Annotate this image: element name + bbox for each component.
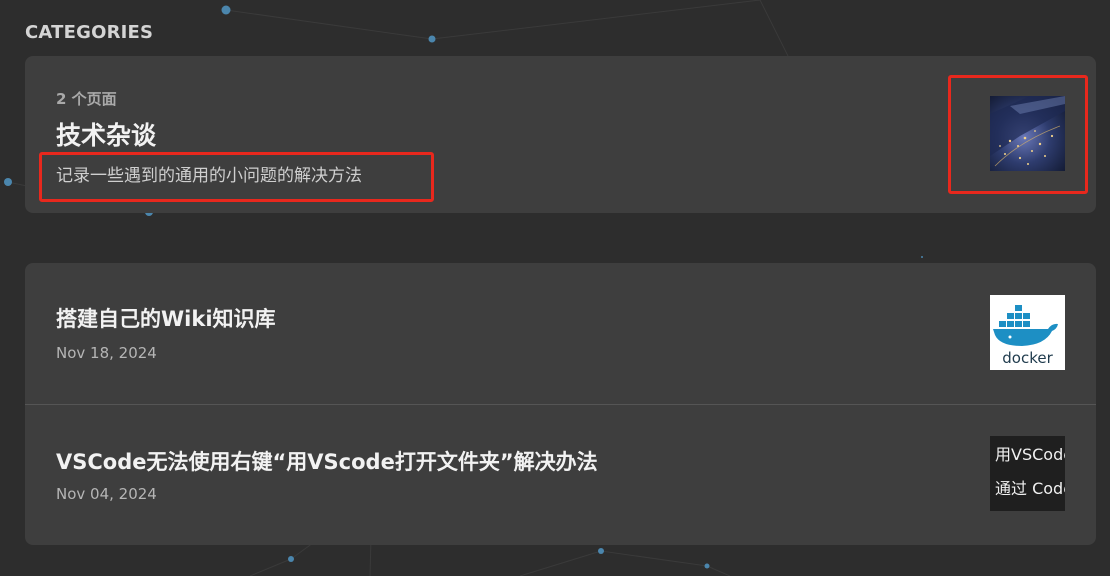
thumbnail-text-line: 通过 Code (995, 479, 1065, 498)
background-node (288, 556, 294, 562)
category-page-count: 2 个页面 (56, 90, 117, 108)
post-thumbnail[interactable]: docker (990, 295, 1065, 370)
post-item[interactable]: VSCode无法使用右键“用VScode打开文件夹”解决办法 Nov 04, 2… (25, 404, 1096, 545)
post-title[interactable]: 搭建自己的Wiki知识库 (56, 303, 276, 333)
post-date: Nov 04, 2024 (56, 485, 157, 503)
category-thumbnail[interactable] (990, 96, 1065, 171)
docker-logo-text: docker (1002, 349, 1053, 367)
thumbnail-text-line: 用VSCode (995, 445, 1065, 464)
category-card[interactable]: 2 个页面 技术杂谈 记录一些遇到的通用的小问题的解决方法 (25, 56, 1096, 213)
background-node (704, 563, 710, 569)
post-date: Nov 18, 2024 (56, 344, 157, 362)
post-title[interactable]: VSCode无法使用右键“用VScode打开文件夹”解决办法 (56, 446, 598, 476)
post-item[interactable]: 搭建自己的Wiki知识库 Nov 18, 2024 docker (25, 263, 1096, 404)
background-node (428, 35, 436, 43)
category-description: 记录一些遇到的通用的小问题的解决方法 (56, 166, 362, 186)
post-thumbnail[interactable]: 用VSCode 通过 Code (990, 436, 1065, 511)
background-node (221, 5, 231, 15)
night-city-image-icon (990, 96, 1065, 171)
category-name[interactable]: 技术杂谈 (56, 116, 156, 152)
posts-card: 搭建自己的Wiki知识库 Nov 18, 2024 docker VSCode无… (25, 263, 1096, 545)
background-node (921, 256, 923, 258)
docker-logo-icon: docker (993, 305, 1058, 367)
section-title: CATEGORIES (25, 22, 154, 43)
background-node (4, 178, 12, 186)
background-node (598, 548, 604, 554)
